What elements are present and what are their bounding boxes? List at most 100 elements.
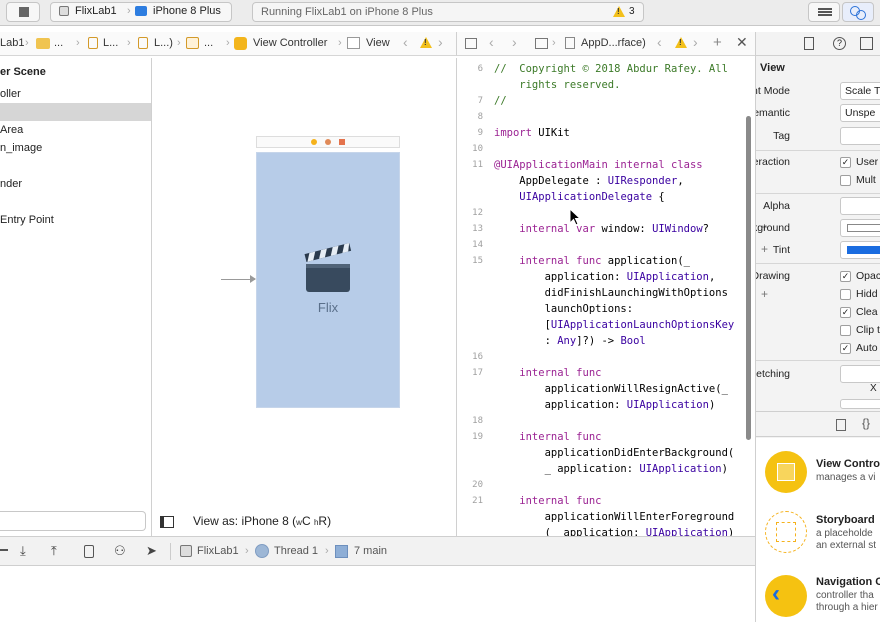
stretching-x-field[interactable] [840,365,880,383]
jumpbar-item[interactable]: ... [54,37,63,49]
phone-view[interactable]: Flix [256,152,400,408]
library-item[interactable]: ‹ Navigation C controller tha through a … [756,565,880,622]
alpha-field[interactable] [840,197,880,215]
editor-standard-button[interactable] [808,2,840,22]
memory-graph-icon[interactable]: ⚇ [114,543,126,559]
tag-field[interactable] [840,127,880,145]
library-item-desc: through a hier [816,602,878,613]
outline-item[interactable]: oller [0,85,21,103]
file-inspector-icon[interactable] [804,37,814,50]
close-icon[interactable]: ✕ [736,34,748,51]
outline-item-selected[interactable] [0,103,151,121]
step-out-icon[interactable]: ⤒ [51,543,57,559]
jumpbar-item[interactable]: View [366,37,390,49]
opaque-checkbox[interactable]: ✓ [840,271,851,282]
view-debugger-icon[interactable] [84,545,94,558]
forward-arrow-icon[interactable]: › [512,34,517,50]
code-token: UIResponder [607,175,678,187]
line-number: 20 [472,480,483,490]
outline-scene[interactable]: er Scene [0,63,46,81]
line-number: 19 [472,432,483,442]
background-color-well[interactable] [840,219,880,237]
thread-icon [255,544,269,558]
chevron-right-icon: › [177,37,181,49]
user-interaction-checkbox[interactable]: ✓ [840,157,851,168]
code-file-label[interactable]: AppD...rface) [581,37,646,49]
jumpbar-item[interactable]: Lab1 [0,37,24,49]
clip-to-bounds-checkbox[interactable] [840,325,851,336]
identity-inspector-icon[interactable] [860,37,873,50]
line-number: 16 [472,352,483,362]
library-item[interactable]: Storyboard a placeholde an external st [756,505,880,565]
code-scrollbar[interactable] [746,116,751,440]
assistant-editor-button[interactable] [842,2,874,22]
view-controller-icon[interactable] [311,139,317,145]
back-arrow-icon[interactable]: ‹ [403,34,408,50]
tint-color-well[interactable] [840,241,880,259]
debug-thread-label[interactable]: Thread 1 [274,545,318,557]
clears-graphics-checkbox[interactable]: ✓ [840,307,851,318]
back-arrow-icon[interactable]: ‹ [489,34,494,50]
help-icon[interactable]: ? [833,37,846,50]
debug-frame-label[interactable]: 7 main [354,545,387,557]
frame-icon [335,545,348,558]
code-token: application(_ [601,255,690,267]
object-library: View Contro manages a vi Storyboard a pl… [756,438,880,622]
related-items-icon[interactable] [465,38,477,49]
autoresize-checkbox[interactable]: ✓ [840,343,851,354]
code-snippet-icon[interactable]: {} [862,416,870,430]
breakpoints-icon[interactable] [0,549,8,551]
add-variation-button[interactable]: + [761,242,768,256]
library-item[interactable]: View Contro manages a vi [756,445,880,505]
code-editor[interactable]: 6 // Copyright © 2018 Abdur Rafey. All ri… [456,58,754,536]
add-editor-icon[interactable]: + [713,34,722,51]
warning-icon[interactable] [675,37,687,51]
code-token: applicationWillEnterForeground [494,511,735,523]
forward-arrow-icon[interactable]: › [438,34,443,50]
outline-item[interactable]: n_image [0,139,42,157]
exit-icon[interactable] [339,139,345,145]
step-into-icon[interactable]: ⤓ [20,543,26,559]
stretching-w-field[interactable] [840,399,880,409]
outline-item[interactable]: Area [0,121,23,139]
library-item-desc: controller tha [816,590,874,601]
swift-file-icon [565,37,575,49]
location-icon[interactable]: ➤ [146,543,157,559]
stop-button[interactable] [6,2,40,22]
outline-toggle-icon[interactable] [160,516,174,528]
view-as-label[interactable]: View as: iPhone 8 (wC hR) [193,514,331,528]
content-mode-select[interactable]: Scale T [840,82,880,100]
outline-item[interactable]: nder [0,175,22,193]
debug-app-label[interactable]: FlixLab1 [197,545,239,557]
activity-view: Running FlixLab1 on iPhone 8 Plus 3 [252,2,644,22]
code-token: ) [721,463,728,475]
storyboard-canvas[interactable]: Flix View as: iPhone 8 (wC hR) [153,58,455,536]
forward-arrow-icon[interactable]: › [693,34,698,50]
scheme-selector[interactable]: FlixLab1 › iPhone 8 Plus [50,2,232,22]
back-arrow-icon[interactable]: ‹ [657,34,662,50]
warning-icon[interactable] [613,6,625,20]
add-variation-button[interactable]: + [761,287,768,301]
autoresize-label: Auto [856,342,878,354]
code-token: // [494,95,507,107]
hidden-checkbox[interactable] [840,289,851,300]
multiple-touch-checkbox[interactable] [840,175,851,186]
view-icon [347,37,360,49]
split-icon[interactable] [535,38,548,49]
code-line: application: UIApplication) [494,399,716,411]
jumpbar-item[interactable]: View Controller [253,37,327,49]
section-title: View [760,62,785,74]
code-token: UIApplicationDelegate [519,191,653,203]
warning-icon[interactable] [420,37,432,51]
toolbar: FlixLab1 › iPhone 8 Plus Running FlixLab… [0,0,880,26]
semantic-select[interactable]: Unspe [840,104,880,122]
jumpbar-item[interactable]: ... [204,37,213,49]
file-template-icon[interactable] [836,419,846,431]
first-responder-icon[interactable] [325,139,331,145]
filter-input[interactable] [0,511,146,531]
outline-item[interactable]: Entry Point [0,211,54,229]
jumpbar-item[interactable]: L...) [154,37,173,49]
code-line: : Any]?) -> Bool [494,335,646,347]
jumpbar-item[interactable]: L... [103,37,118,49]
line-number: 10 [472,144,483,154]
